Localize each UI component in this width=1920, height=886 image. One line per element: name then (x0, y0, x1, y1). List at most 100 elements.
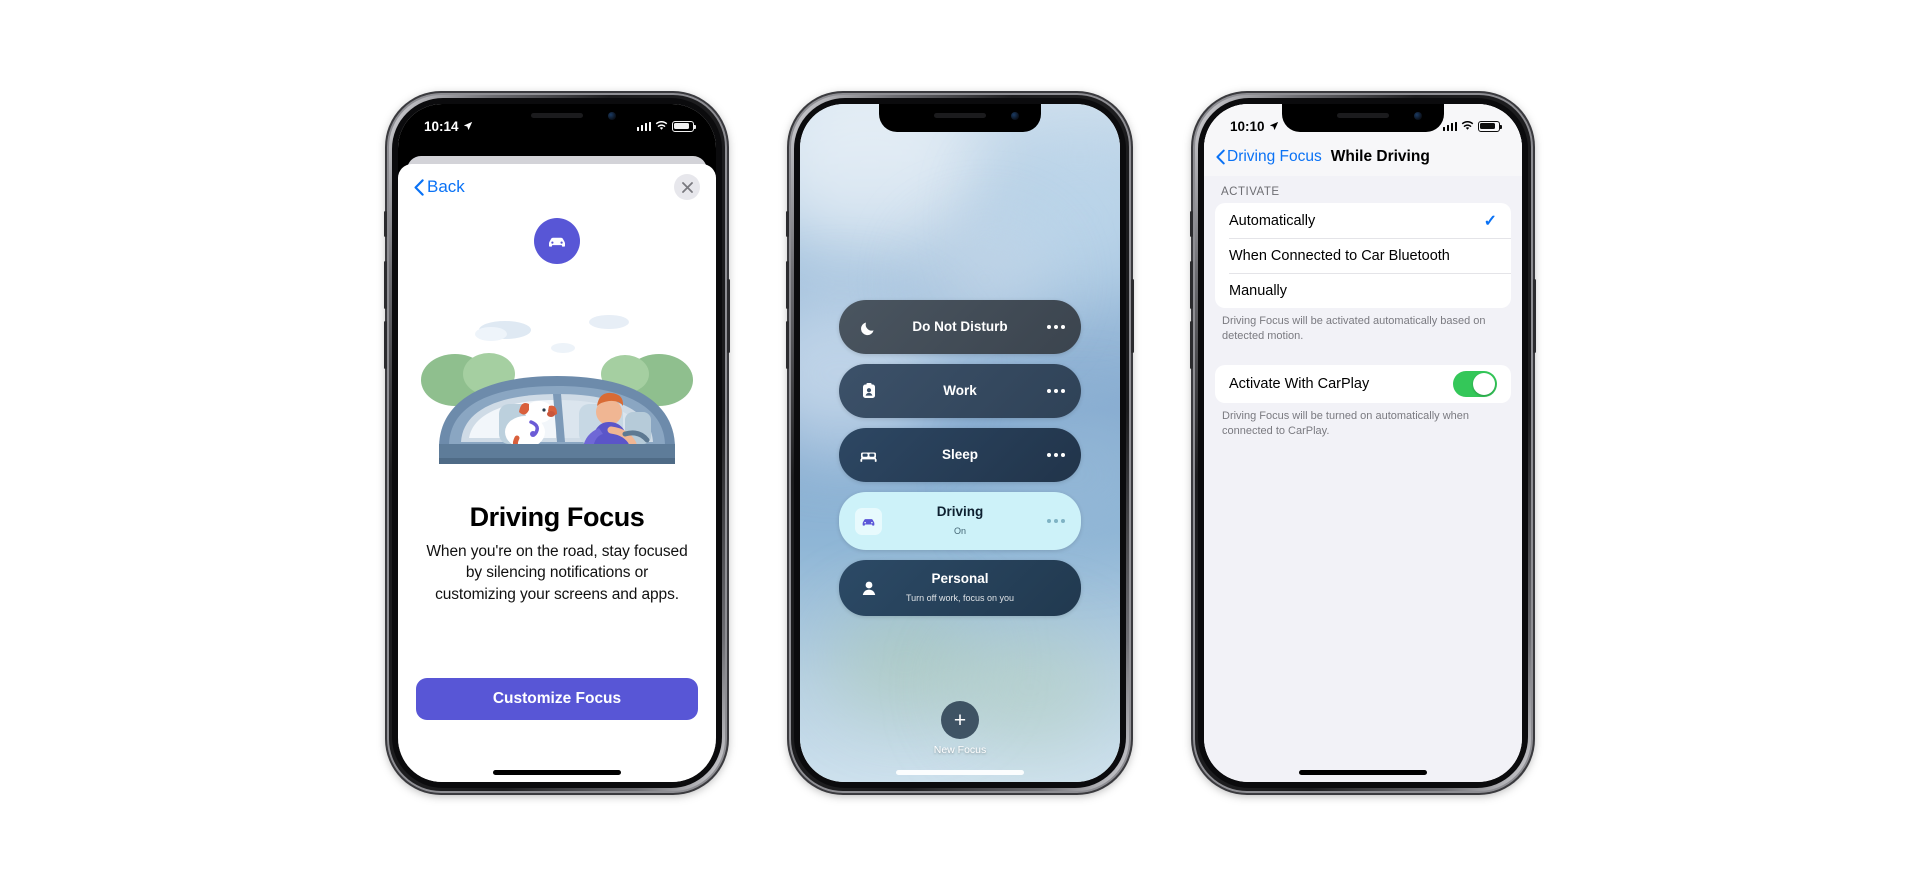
home-indicator[interactable] (493, 770, 621, 775)
option-label: When Connected to Car Bluetooth (1229, 247, 1450, 264)
driving-focus-icon-badge (534, 218, 580, 264)
activate-options-card: Automatically ✓ When Connected to Car Bl… (1215, 203, 1511, 308)
carplay-card: Activate With CarPlay (1215, 365, 1511, 404)
activate-footnote: Driving Focus will be activated automati… (1222, 315, 1486, 342)
customize-focus-button[interactable]: Customize Focus (416, 678, 698, 720)
back-to-driving-focus-button[interactable]: Driving Focus (1216, 148, 1322, 166)
close-button[interactable] (674, 174, 700, 200)
location-arrow-icon (1269, 121, 1278, 131)
option-row-automatically[interactable]: Automatically ✓ (1215, 203, 1511, 238)
wifi-icon (1461, 121, 1474, 130)
section-header-activate: ACTIVATE (1221, 186, 1280, 198)
volume-down-button (1190, 321, 1193, 369)
battery-icon (672, 120, 696, 132)
home-indicator[interactable] (1299, 770, 1427, 775)
sheet-nav-bar: Back (398, 164, 716, 210)
focus-row-driving-active[interactable]: Driving On (839, 492, 1081, 550)
focus-modes-list: Do Not Disturb Work Sleep Driving On Per… (839, 300, 1081, 616)
more-dots-icon[interactable] (1047, 389, 1065, 393)
battery-icon (1478, 120, 1502, 132)
moon-icon (855, 314, 882, 341)
power-button (1533, 279, 1536, 353)
back-button-label: Driving Focus (1227, 148, 1322, 165)
volume-down-button (384, 321, 387, 369)
power-button (1131, 279, 1134, 353)
id-badge-icon (855, 378, 882, 405)
settings-nav-bar: Driving Focus While Driving (1204, 138, 1522, 176)
mute-switch (1190, 211, 1193, 237)
focus-name: Personal (931, 571, 989, 586)
notch (476, 104, 638, 132)
phone-mockup-1: 10:14 Back Driving Focus When you're on … (384, 93, 730, 793)
focus-name: Do Not Disturb (912, 319, 1008, 334)
driving-focus-sheet: Back Driving Focus When you're on the ro… (398, 164, 716, 782)
close-icon (681, 181, 693, 193)
page-title: Driving Focus (469, 502, 645, 532)
back-button[interactable]: Back (414, 177, 465, 197)
option-label: Automatically (1229, 212, 1316, 229)
phone-mockup-3: 10:10 Driving Focus While Driving ACTIVA… (1190, 93, 1536, 793)
location-arrow-icon (463, 121, 472, 131)
new-focus-section: + New Focus (800, 701, 1120, 756)
page-subtitle: When you're on the road, stay focused by… (426, 543, 688, 603)
plus-icon: + (953, 708, 967, 732)
settings-content: ACTIVATE Automatically ✓ When Connected … (1204, 176, 1522, 438)
focus-name: Sleep (941, 447, 979, 462)
phone-mockup-2: Do Not Disturb Work Sleep Driving On Per… (786, 93, 1134, 793)
phone-3-screen: 10:10 Driving Focus While Driving ACTIVA… (1204, 104, 1522, 782)
more-dots-icon[interactable] (1047, 453, 1065, 457)
earpiece-speaker (934, 113, 986, 118)
volume-up-button (384, 261, 387, 309)
notch (879, 104, 1041, 132)
person-icon (855, 575, 882, 602)
focus-name: Driving (936, 504, 984, 519)
back-button-label: Back (427, 177, 465, 196)
phone-1-screen: 10:14 Back Driving Focus When you're on … (398, 104, 716, 782)
option-row-car-bluetooth[interactable]: When Connected to Car Bluetooth (1215, 238, 1511, 273)
power-button (727, 279, 730, 353)
home-indicator[interactable] (896, 770, 1024, 775)
volume-down-button (786, 321, 789, 369)
focus-row[interactable]: Work (839, 364, 1081, 418)
more-dots-icon[interactable] (1047, 325, 1065, 329)
carplay-toggle-row[interactable]: Activate With CarPlay (1215, 365, 1511, 403)
notch (1282, 104, 1444, 132)
front-camera-icon (1414, 112, 1422, 120)
focus-row[interactable]: Sleep (839, 428, 1081, 482)
carplay-label: Activate With CarPlay (1229, 376, 1370, 393)
new-focus-label: New Focus (933, 744, 987, 756)
focus-row[interactable]: Personal Turn off work, focus on you (839, 560, 1081, 616)
carplay-footnote: Driving Focus will be turned on automati… (1222, 410, 1470, 437)
cellular-bars-icon (1442, 121, 1457, 131)
focus-description: Turn off work, focus on you (905, 593, 1015, 603)
focus-row[interactable]: Do Not Disturb (839, 300, 1081, 354)
car-icon (855, 507, 882, 535)
mute-switch (786, 211, 789, 237)
phone-2-screen: Do Not Disturb Work Sleep Driving On Per… (800, 104, 1120, 782)
page-title: While Driving (1330, 148, 1430, 165)
volume-up-button (1190, 261, 1193, 309)
volume-up-button (786, 261, 789, 309)
new-focus-button[interactable]: + (941, 701, 979, 739)
screenshot-stage: 10:14 Back Driving Focus When you're on … (0, 0, 1920, 886)
earpiece-speaker (531, 113, 583, 118)
status-time: 10:10 (1230, 118, 1265, 134)
mute-switch (384, 211, 387, 237)
option-label: Manually (1229, 282, 1288, 299)
option-row-manually[interactable]: Manually (1215, 273, 1511, 308)
chevron-left-icon (1216, 149, 1225, 165)
checkmark-icon: ✓ (1483, 212, 1497, 230)
wifi-icon (655, 121, 668, 130)
focus-status: On (953, 526, 966, 536)
person-and-dog-driving-car-illustration (421, 315, 693, 464)
car-icon (549, 237, 565, 247)
front-camera-icon (1011, 112, 1019, 120)
bed-icon (855, 442, 882, 469)
cellular-bars-icon (636, 121, 651, 131)
carplay-toggle-switch[interactable] (1453, 371, 1497, 398)
chevron-left-icon (414, 178, 424, 196)
focus-name: Work (943, 383, 977, 398)
more-dots-icon[interactable] (1047, 519, 1065, 523)
front-camera-icon (608, 112, 616, 120)
status-time: 10:14 (424, 118, 459, 134)
